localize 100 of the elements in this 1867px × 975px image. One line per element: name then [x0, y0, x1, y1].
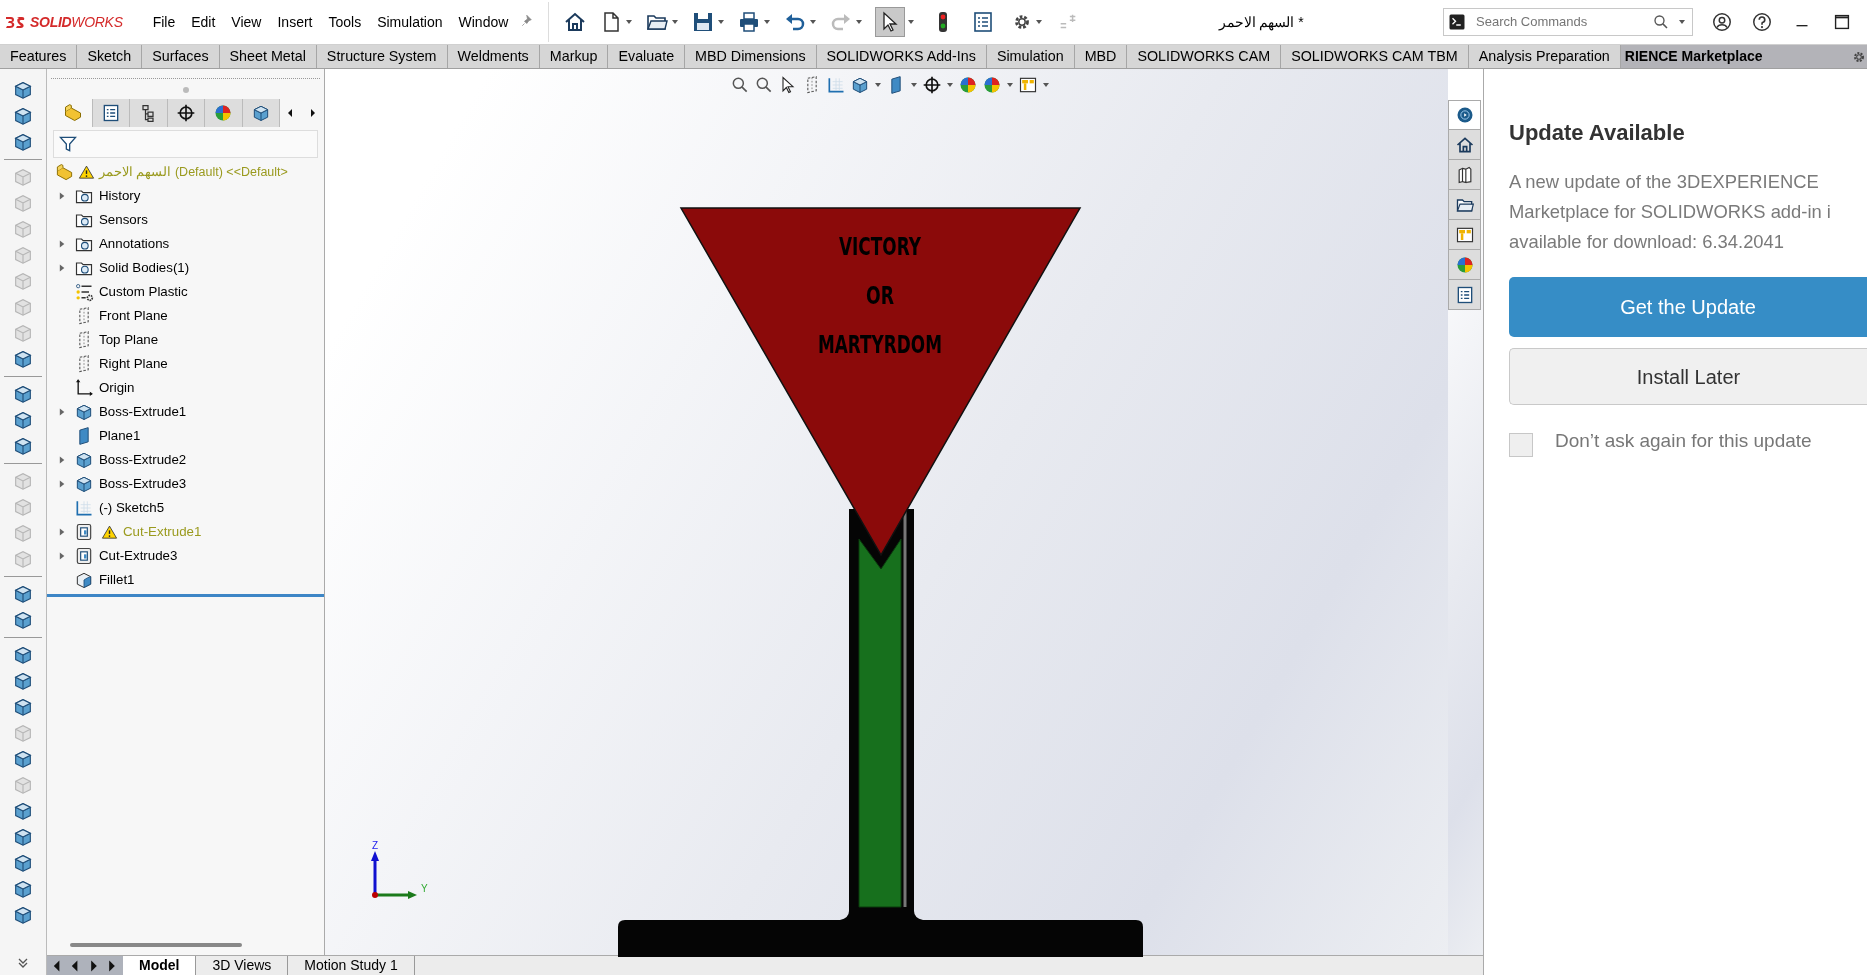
- part-icon[interactable]: [55, 162, 74, 182]
- tree-item[interactable]: Boss-Extrude1: [99, 402, 187, 422]
- manager-tab[interactable]: [130, 99, 168, 127]
- cube-icon[interactable]: [12, 826, 34, 848]
- bottom-tab[interactable]: Motion Study 1: [288, 956, 415, 975]
- user-icon[interactable]: [1711, 11, 1733, 33]
- filter-field[interactable]: [53, 130, 318, 158]
- menu-item[interactable]: Tools: [320, 9, 370, 35]
- cube-icon[interactable]: [12, 696, 34, 718]
- help-icon[interactable]: [1751, 11, 1773, 33]
- tree-item[interactable]: Custom Plastic: [99, 282, 188, 302]
- search-bar[interactable]: Search Commands: [1443, 8, 1693, 36]
- caret-icon[interactable]: [1678, 18, 1686, 26]
- search-field[interactable]: Search Commands: [1474, 11, 1644, 33]
- tree-item[interactable]: History: [99, 186, 141, 206]
- cube-icon[interactable]: [12, 878, 34, 900]
- cube-icon[interactable]: [12, 383, 34, 405]
- menu-item[interactable]: File: [144, 9, 184, 35]
- cube-icon[interactable]: [12, 904, 34, 926]
- cube-icon[interactable]: [12, 670, 34, 692]
- tree-item[interactable]: Annotations: [99, 234, 170, 254]
- caret-icon[interactable]: [907, 18, 916, 26]
- expand-arrow-icon[interactable]: [57, 191, 67, 201]
- tree-item[interactable]: Boss-Extrude3: [99, 474, 187, 494]
- menu-item[interactable]: Edit: [183, 9, 224, 35]
- caret-icon[interactable]: [1042, 81, 1050, 89]
- bottom-tab[interactable]: 3D Views: [196, 956, 289, 975]
- scrollbar[interactable]: [70, 943, 242, 947]
- manager-tab[interactable]: [92, 99, 130, 127]
- cube-icon[interactable]: [12, 609, 34, 631]
- menu-item[interactable]: Simulation: [369, 9, 451, 35]
- axes-icon: [74, 378, 94, 398]
- manager-tab[interactable]: [167, 99, 205, 127]
- cube-icon[interactable]: [12, 348, 34, 370]
- task-pane-tab[interactable]: [1448, 160, 1481, 190]
- menu-item[interactable]: Window: [450, 9, 517, 35]
- caret-icon[interactable]: [855, 18, 864, 26]
- expand-arrow-icon[interactable]: [57, 263, 67, 273]
- tree-item[interactable]: Solid Bodies(1): [99, 258, 190, 278]
- expand-arrow-icon[interactable]: [57, 239, 67, 249]
- cube-icon[interactable]: [12, 131, 34, 153]
- caret-icon[interactable]: [763, 18, 772, 26]
- zoom-fit-icon[interactable]: [730, 75, 750, 95]
- tree-item[interactable]: Fillet1: [99, 570, 135, 590]
- tree-item[interactable]: Right Plane: [99, 354, 168, 374]
- menu-item[interactable]: View: [223, 9, 270, 35]
- sign-text: MARTYRDOM: [818, 331, 995, 359]
- caret-icon[interactable]: [625, 18, 634, 26]
- checkbox[interactable]: [1509, 433, 1533, 457]
- menu-item[interactable]: Insert: [269, 9, 321, 35]
- part-icon: [63, 103, 84, 123]
- chevron-icon[interactable]: [17, 957, 29, 969]
- handle-icon[interactable]: [181, 86, 190, 94]
- expand-arrow-icon[interactable]: [57, 479, 67, 489]
- tree-item[interactable]: Boss-Extrude2: [99, 450, 187, 470]
- task-pane-tab[interactable]: [1448, 220, 1481, 250]
- color-ball-icon[interactable]: [982, 75, 1002, 95]
- task-pane-tab[interactable]: [1448, 130, 1481, 160]
- select-button[interactable]: [875, 7, 906, 37]
- cube-icon[interactable]: [12, 852, 34, 874]
- expand-arrow-icon[interactable]: [57, 527, 67, 537]
- tree-item[interactable]: Origin: [99, 378, 135, 398]
- cube-icon[interactable]: [12, 435, 34, 457]
- cube-icon[interactable]: [12, 644, 34, 666]
- task-pane-tab[interactable]: [1448, 280, 1481, 310]
- axis-label: Z: [372, 840, 379, 851]
- caret-icon[interactable]: [910, 81, 918, 89]
- tree-item[interactable]: Top Plane: [99, 330, 159, 350]
- expand-arrow-icon[interactable]: [57, 551, 67, 561]
- cube-icon[interactable]: [12, 748, 34, 770]
- window-title: السهم الاحمر *: [1218, 12, 1304, 33]
- tree-item[interactable]: (-) Sketch5: [99, 498, 165, 518]
- zoom-area-icon[interactable]: [754, 75, 774, 95]
- caret-icon[interactable]: [874, 81, 882, 89]
- cube-icon[interactable]: [12, 583, 34, 605]
- color-ball-icon[interactable]: [958, 75, 978, 95]
- cube-icon[interactable]: [850, 75, 870, 95]
- task-pane-tab[interactable]: [1448, 100, 1481, 130]
- caret-icon[interactable]: [809, 18, 818, 26]
- update-button[interactable]: Get the Update: [1509, 277, 1867, 337]
- caret-icon[interactable]: [717, 18, 726, 26]
- caret-icon[interactable]: [1035, 18, 1044, 26]
- tree-item[interactable]: Front Plane: [99, 306, 168, 326]
- cube-icon[interactable]: [12, 79, 34, 101]
- task-pane-tab[interactable]: [1448, 190, 1481, 220]
- install-later-button[interactable]: Install Later: [1509, 348, 1867, 405]
- cube-icon[interactable]: [12, 800, 34, 822]
- cube-icon[interactable]: [12, 409, 34, 431]
- tree-item[interactable]: Plane1: [99, 426, 141, 446]
- tree-item[interactable]: Sensors: [99, 210, 148, 230]
- bottom-tab[interactable]: Model: [123, 956, 197, 975]
- caret-icon[interactable]: [671, 18, 680, 26]
- arrow-right-icon[interactable]: [308, 108, 318, 118]
- tree-item[interactable]: Cut-Extrude3: [99, 546, 178, 566]
- checkbox-label[interactable]: Don’t ask again for this update: [1555, 427, 1812, 456]
- cube-icon[interactable]: [12, 105, 34, 127]
- caret-icon[interactable]: [946, 81, 954, 89]
- caret-icon[interactable]: [1006, 81, 1014, 89]
- expand-arrow-icon[interactable]: [57, 455, 67, 465]
- expand-arrow-icon[interactable]: [57, 407, 67, 417]
